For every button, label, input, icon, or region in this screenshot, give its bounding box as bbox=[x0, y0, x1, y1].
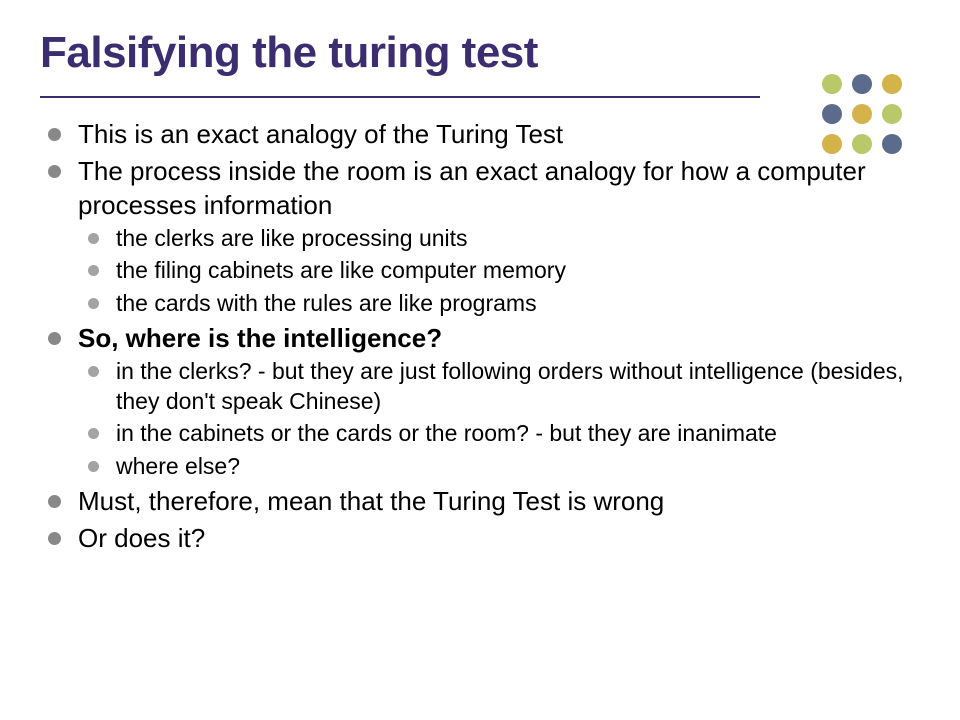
bullet-text: The process inside the room is an exact … bbox=[78, 156, 866, 219]
list-item: where else? bbox=[78, 452, 920, 481]
list-item: the clerks are like processing units bbox=[78, 224, 920, 253]
list-item: the filing cabinets are like computer me… bbox=[78, 256, 920, 285]
list-item: the cards with the rules are like progra… bbox=[78, 289, 920, 318]
bullet-text: Or does it? bbox=[78, 523, 205, 553]
bullet-text: the cards with the rules are like progra… bbox=[116, 290, 537, 316]
title-divider bbox=[40, 96, 760, 98]
bullet-text: the filing cabinets are like computer me… bbox=[116, 257, 566, 283]
list-item: in the clerks? - but they are just follo… bbox=[78, 357, 920, 416]
slide-body: This is an exact analogy of the Turing T… bbox=[40, 118, 920, 560]
list-item: Must, therefore, mean that the Turing Te… bbox=[40, 485, 920, 518]
bullet-text: in the clerks? - but they are just follo… bbox=[116, 358, 904, 413]
bullet-text: Must, therefore, mean that the Turing Te… bbox=[78, 486, 664, 516]
slide-title: Falsifying the turing test bbox=[40, 28, 538, 78]
bullet-text: where else? bbox=[116, 453, 240, 479]
list-item: This is an exact analogy of the Turing T… bbox=[40, 118, 920, 151]
bullet-text: So, where is the intelligence? bbox=[78, 323, 442, 353]
bullet-text: This is an exact analogy of the Turing T… bbox=[78, 119, 563, 149]
bullet-text: in the cabinets or the cards or the room… bbox=[116, 420, 777, 446]
bullet-text: the clerks are like processing units bbox=[116, 225, 468, 251]
list-item: Or does it? bbox=[40, 522, 920, 555]
list-item: The process inside the room is an exact … bbox=[40, 155, 920, 318]
list-item: So, where is the intelligence? in the cl… bbox=[40, 322, 920, 481]
list-item: in the cabinets or the cards or the room… bbox=[78, 419, 920, 448]
